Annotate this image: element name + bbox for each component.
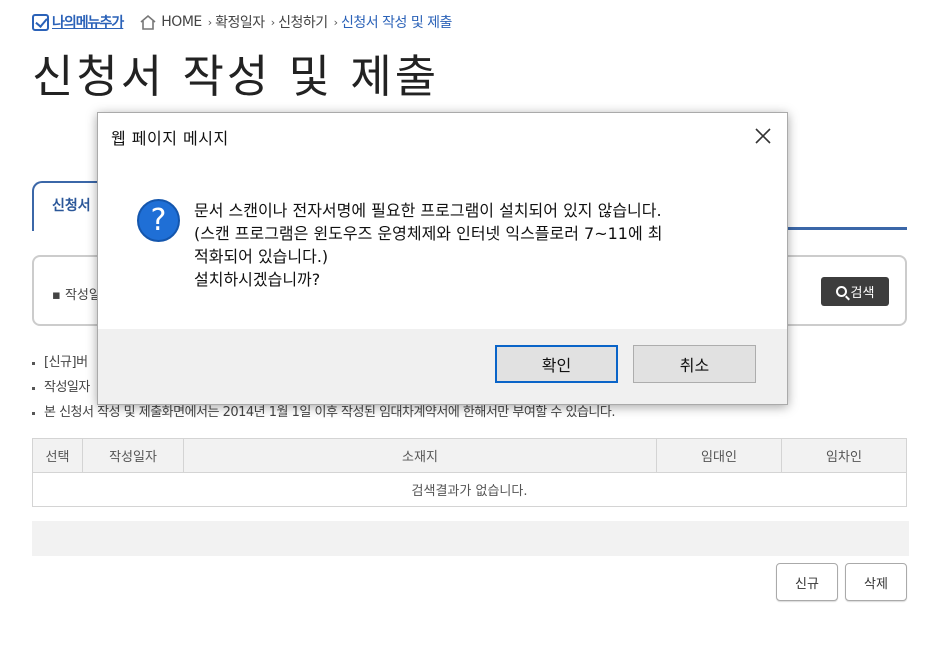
search-icon [835,286,847,297]
dialog-message-line: 문서 스캔이나 전자서명에 필요한 프로그램이 설치되어 있지 않습니다. [194,201,662,220]
empty-result-message: 검색결과가 없습니다. [32,472,907,507]
breadcrumb-current[interactable]: 신청서 작성 및 제출 [341,12,452,32]
dialog-message-line: (스캔 프로그램은 윈도우즈 운영체제와 인터넷 익스플로러 7~11에 최 [194,224,663,243]
dialog-title: 웹 페이지 메시지 [111,129,229,148]
home-icon[interactable] [139,14,157,30]
chevron-right-icon: › [270,15,276,29]
ok-button[interactable]: 확인 [495,345,618,383]
page-title: 신청서 작성 및 제출 [32,50,440,103]
results-table: 선택 작성일자 소재지 임대인 임차인 검색결과가 없습니다. [32,438,907,507]
column-lessor: 임대인 [656,438,782,473]
question-icon: ? [137,199,180,242]
search-button-label: 검색 [850,286,875,301]
checkbox-icon [32,13,49,31]
delete-button[interactable]: 삭제 [845,563,907,601]
tab-application-label: 신청서 [52,198,91,214]
chevron-right-icon: › [333,15,339,29]
pagination-bar [32,521,909,556]
search-date-label: ▪ 작성일 [52,288,101,303]
search-button[interactable]: 검색 [821,277,889,306]
web-page-message-dialog: 웹 페이지 메시지 ? 문서 스캔이나 전자서명에 필요한 프로그램이 설치되어… [97,112,788,405]
chevron-right-icon: › [207,15,213,29]
breadcrumb-confirm-date[interactable]: 확정일자 [215,12,265,32]
breadcrumb-bar: 나의메뉴추가 HOME › 확정일자 › 신청하기 › 신청서 작성 및 제출 [32,12,452,32]
dialog-body: ? 문서 스캔이나 전자서명에 필요한 프로그램이 설치되어 있지 않습니다. … [98,159,787,329]
close-icon[interactable] [750,123,776,149]
column-date: 작성일자 [82,438,184,473]
breadcrumb-apply[interactable]: 신청하기 [278,12,328,32]
dialog-message: 문서 스캔이나 전자서명에 필요한 프로그램이 설치되어 있지 않습니다. (스… [194,199,663,291]
dialog-message-line: 적화되어 있습니다.) [194,247,329,266]
my-menu-add-link[interactable]: 나의메뉴추가 [32,12,124,32]
table-header-row: 선택 작성일자 소재지 임대인 임차인 [32,438,907,473]
cancel-button[interactable]: 취소 [633,345,756,383]
my-menu-add-label: 나의메뉴추가 [52,15,124,31]
column-select: 선택 [32,438,83,473]
dialog-message-line: 설치하시겠습니까? [194,270,321,289]
breadcrumb-home[interactable]: HOME [161,14,202,30]
dialog-footer: 확인 취소 [98,329,787,404]
new-button[interactable]: 신규 [776,563,838,601]
column-lessee: 임차인 [781,438,907,473]
table-row: 검색결과가 없습니다. [32,472,907,507]
column-address: 소재지 [183,438,657,473]
